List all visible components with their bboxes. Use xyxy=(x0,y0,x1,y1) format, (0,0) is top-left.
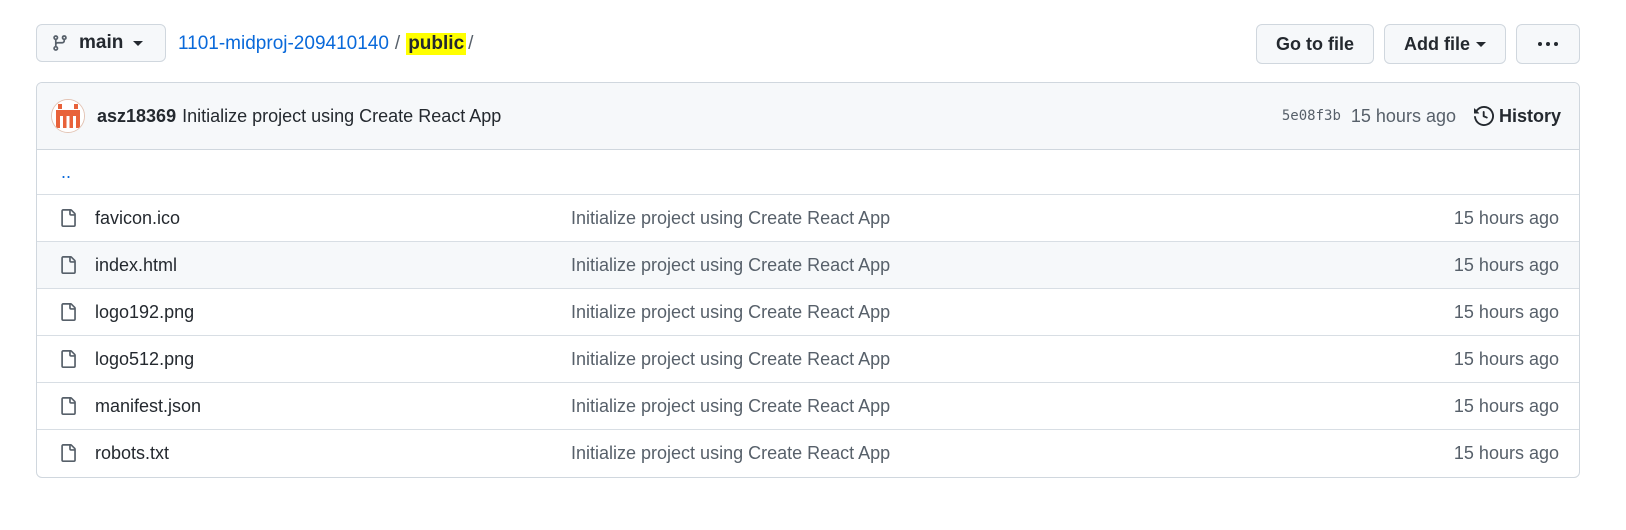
file-navigation-bar: main 1101-midproj-209410140 / public / G… xyxy=(36,24,1580,64)
add-file-button[interactable]: Add file xyxy=(1384,24,1506,64)
commit-time: 15 hours ago xyxy=(1350,105,1456,126)
breadcrumb-repo-link[interactable]: 1101-midproj-209410140 xyxy=(178,33,389,55)
file-commit-age: 15 hours ago xyxy=(1453,348,1559,369)
file-commit-age: 15 hours ago xyxy=(1453,207,1559,228)
history-icon xyxy=(1473,106,1494,126)
avatar[interactable] xyxy=(51,99,85,133)
kebab-horizontal-icon xyxy=(1538,42,1558,46)
parent-directory-link[interactable]: .. xyxy=(61,162,71,183)
latest-commit-bar: asz18369 Initialize project using Create… xyxy=(37,83,1579,150)
file-commit-message-link[interactable]: Initialize project using Create React Ap… xyxy=(571,349,890,370)
file-list: asz18369 Initialize project using Create… xyxy=(36,82,1580,478)
history-label: History xyxy=(1498,105,1561,126)
file-commit-age: 15 hours ago xyxy=(1453,395,1559,416)
git-branch-icon xyxy=(51,34,69,52)
commit-meta: 5e08f3b 15 hours ago History xyxy=(1282,83,1561,149)
commit-message-link[interactable]: Initialize project using Create React Ap… xyxy=(182,106,501,127)
file-name-link[interactable]: favicon.ico xyxy=(95,208,180,229)
breadcrumb-separator: / xyxy=(394,33,401,54)
file-commit-age: 15 hours ago xyxy=(1453,442,1559,463)
commit-sha-link[interactable]: 5e08f3b xyxy=(1282,108,1341,124)
file-icon xyxy=(59,255,77,275)
file-row: index.html Initialize project using Crea… xyxy=(37,242,1579,289)
file-row: favicon.ico Initialize project using Cre… xyxy=(37,195,1579,242)
branch-name: main xyxy=(79,32,124,53)
file-icon xyxy=(59,208,77,228)
file-actions: Go to file Add file xyxy=(1246,24,1580,64)
parent-directory-row[interactable]: .. xyxy=(37,150,1579,195)
file-icon xyxy=(59,349,77,369)
history-button[interactable]: History xyxy=(1473,105,1561,127)
file-name-link[interactable]: logo192.png xyxy=(95,302,194,323)
file-commit-message-link[interactable]: Initialize project using Create React Ap… xyxy=(571,443,890,464)
breadcrumb: 1101-midproj-209410140 / public / xyxy=(178,24,479,64)
more-options-button[interactable] xyxy=(1516,24,1580,64)
file-row: logo192.png Initialize project using Cre… xyxy=(37,289,1579,336)
file-commit-message-link[interactable]: Initialize project using Create React Ap… xyxy=(571,208,890,229)
add-file-label: Add file xyxy=(1404,33,1470,54)
file-commit-message-link[interactable]: Initialize project using Create React Ap… xyxy=(571,255,890,276)
file-icon xyxy=(59,396,77,416)
file-name-link[interactable]: robots.txt xyxy=(95,443,169,464)
file-name-link[interactable]: logo512.png xyxy=(95,349,194,370)
branch-select-button[interactable]: main xyxy=(36,24,166,62)
go-to-file-button[interactable]: Go to file xyxy=(1256,24,1374,64)
file-commit-message-link[interactable]: Initialize project using Create React Ap… xyxy=(571,302,890,323)
chevron-down-icon xyxy=(133,40,144,46)
file-icon xyxy=(59,302,77,322)
file-row: robots.txt Initialize project using Crea… xyxy=(37,430,1579,476)
file-name-link[interactable]: index.html xyxy=(95,255,177,276)
commit-author-link[interactable]: asz18369 xyxy=(97,106,176,127)
file-row: manifest.json Initialize project using C… xyxy=(37,383,1579,430)
file-icon xyxy=(59,443,77,463)
file-row: logo512.png Initialize project using Cre… xyxy=(37,336,1579,383)
chevron-down-icon xyxy=(1476,41,1486,47)
file-commit-message-link[interactable]: Initialize project using Create React Ap… xyxy=(571,396,890,417)
breadcrumb-trailing-separator: / xyxy=(468,33,474,54)
breadcrumb-current-folder: public xyxy=(406,33,467,55)
file-name-link[interactable]: manifest.json xyxy=(95,396,201,417)
file-commit-age: 15 hours ago xyxy=(1453,254,1559,275)
file-commit-age: 15 hours ago xyxy=(1453,301,1559,322)
